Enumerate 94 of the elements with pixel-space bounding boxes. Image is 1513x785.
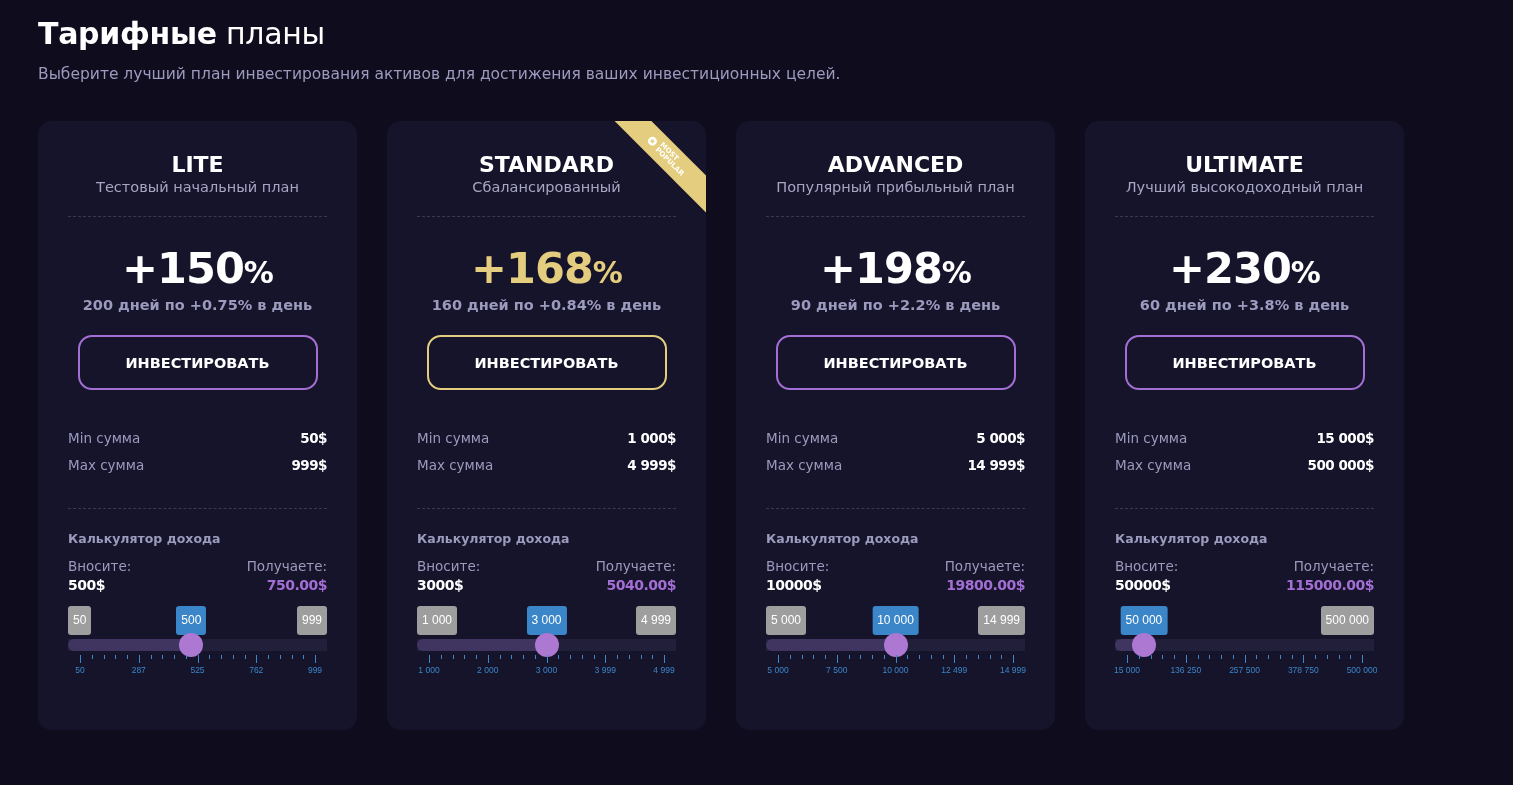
limit-value: 14 999$ [967,457,1025,473]
scale-label: 3 000 [535,665,558,675]
slider-handle[interactable] [179,633,204,657]
scale-label: 14 999 [1000,665,1026,675]
limit-label: Min сумма [1115,430,1188,446]
plan-terms: 60 дней по +3.8% в день [1138,297,1351,313]
plan-terms: 200 дней по +0.75% в день [81,297,314,313]
plan-description: Лучший высокодоходный план [1125,179,1364,195]
current-value-tag: 500 [176,606,207,635]
invest-button[interactable]: ИНВЕСТИРОВАТЬ [1124,335,1365,390]
scale-label: 1 000 [418,665,440,675]
current-value-tag: 50 000 [1120,606,1168,635]
scale-label: 500 000 [1346,665,1378,675]
scale-label: 12 499 [941,665,968,675]
plan-name: STANDARD [478,152,615,177]
calculator-title: Калькулятор дохода [417,531,571,546]
payout-label: Получаете: [944,558,1025,574]
limit-value: 1 000$ [627,430,676,446]
calculator-title: Калькулятор дохода [68,531,222,546]
invest-button[interactable]: ИНВЕСТИРОВАТЬ [775,335,1016,390]
return-percent: +230% [1168,247,1321,290]
payout-value: 19800.00$ [946,577,1025,593]
scale-label: 525 [190,665,205,675]
scale-label: 762 [249,665,264,675]
scale-label: 136 250 [1170,665,1202,675]
scale-label: 257 500 [1229,665,1260,675]
scale-label: 50 [75,665,85,675]
limit-label: Min сумма [766,430,839,446]
scale-label: 15 000 [1114,665,1140,675]
scale-label: 287 [131,665,146,675]
plan-description: Популярный прибыльный план [776,179,1015,195]
return-percent: +198% [819,247,972,290]
plan-name: ADVANCED [827,152,964,177]
deposit-label: Вносите: [68,558,132,574]
current-value-tag: 10 000 [872,606,919,635]
payout-value: 115000.00$ [1286,577,1374,593]
scale-label: 3 999 [594,665,616,675]
limit-value: 4 999$ [627,457,676,473]
scale-label: 4 999 [653,665,675,675]
slider-handle[interactable] [1131,633,1156,657]
invest-button[interactable]: ИНВЕСТИРОВАТЬ [77,335,318,390]
deposit-value: 10000$ [766,577,823,593]
deposit-label: Вносите: [766,558,830,574]
limit-label: Min сумма [417,430,490,446]
payout-label: Получаете: [595,558,676,574]
deposit-label: Вносите: [417,558,481,574]
invest-button[interactable]: ИНВЕСТИРОВАТЬ [426,335,667,390]
plan-description: Тестовый начальный план [96,179,299,195]
page-subtitle: Выберите лучший план инвестирования активов для достижения ваших инвестиционных целей. [38,65,842,83]
limit-value: 5 000$ [976,430,1025,446]
limit-label: Max сумма [766,457,843,473]
min-value-tag: 50 [68,606,92,635]
slider-track[interactable] [766,633,1025,657]
slider-handle[interactable] [534,633,559,657]
payout-label: Получаете: [1293,558,1374,574]
current-value-tag: 3 000 [526,606,567,635]
plan-terms: 90 дней по +2.2% в день [789,297,1002,313]
plan-name: ULTIMATE [1185,152,1304,177]
scale-label: 378 750 [1287,665,1319,675]
return-percent: +168% [470,247,623,290]
deposit-value: 500$ [68,577,106,593]
plan-description: Сбалансированный [472,179,621,195]
deposit-value: 50000$ [1115,577,1172,593]
limit-label: Max сумма [1115,457,1192,473]
min-value-tag: 1 000 [417,606,458,635]
min-value-tag: 5 000 [766,606,807,635]
max-value-tag: 14 999 [978,606,1025,635]
limit-value: 500 000$ [1307,457,1374,473]
plan-name: LITE [171,152,224,177]
scale-label: 999 [307,665,323,675]
max-value-tag: 500 000 [1320,606,1374,635]
deposit-value: 3000$ [417,577,465,593]
limit-value: 50$ [300,430,327,446]
deposit-label: Вносите: [1115,558,1179,574]
calculator-title: Калькулятор дохода [766,531,920,546]
max-value-tag: 999 [296,606,327,635]
limit-label: Max сумма [68,457,145,473]
page-title: Тарифные планы [38,15,326,53]
payout-value: 750.00$ [266,577,327,593]
payout-value: 5040.00$ [606,577,676,593]
calculator-title: Калькулятор дохода [1115,531,1269,546]
scale-label: 10 000 [882,665,909,675]
return-percent: +150% [121,247,274,290]
limit-value: 999$ [291,457,327,473]
limit-value: 15 000$ [1316,430,1374,446]
scale-label: 2 000 [477,665,499,675]
max-value-tag: 4 999 [635,606,676,635]
plan-terms: 160 дней по +0.84% в день [430,297,663,313]
limit-label: Min сумма [68,430,141,446]
limit-label: Max сумма [417,457,494,473]
payout-label: Получаете: [246,558,327,574]
scale-label: 7 500 [826,665,848,675]
scale-label: 5 000 [767,665,789,675]
slider-handle[interactable] [883,633,908,657]
